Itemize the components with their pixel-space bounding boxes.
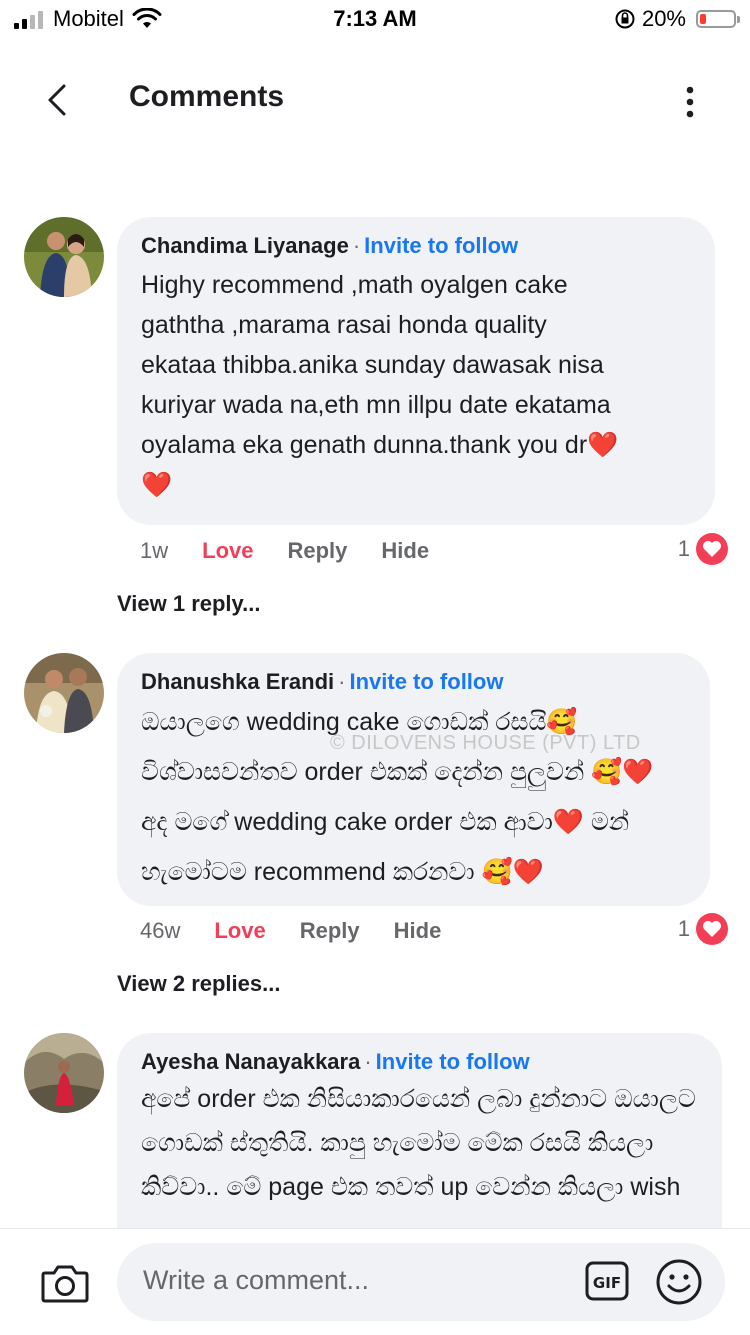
invite-to-follow-link[interactable]: Invite to follow — [349, 669, 503, 694]
hide-button[interactable]: Hide — [394, 918, 442, 944]
comment-input[interactable]: Write a comment... GIF — [117, 1243, 725, 1321]
more-icon[interactable] — [675, 82, 705, 122]
hide-button[interactable]: Hide — [381, 538, 429, 564]
reaction-count[interactable]: 1 — [678, 913, 728, 945]
reaction-number: 1 — [677, 916, 690, 941]
view-replies-link[interactable]: View 1 reply... — [117, 591, 260, 617]
svg-text:GIF: GIF — [593, 1274, 621, 1292]
love-button[interactable]: Love — [214, 918, 265, 944]
commenter-name[interactable]: Ayesha Nanayakkara — [141, 1049, 360, 1074]
battery-icon — [696, 10, 740, 28]
avatar[interactable] — [24, 653, 104, 733]
battery-percent: 20% — [641, 6, 686, 31]
header: Comments — [0, 60, 750, 140]
heart-icon — [696, 533, 728, 565]
avatar[interactable] — [24, 217, 104, 297]
gif-icon[interactable]: GIF — [585, 1261, 629, 1301]
comment-text: අපේ order එක නිසියාකාරයෙන් ලබා දුන්නාට ඔ… — [141, 1085, 696, 1201]
comment-time: 1w — [140, 538, 169, 563]
commenter-name[interactable]: Chandima Liyanage — [141, 233, 349, 258]
back-icon[interactable] — [40, 80, 76, 120]
reaction-count[interactable]: 1 — [678, 533, 728, 565]
watermark: © DILOVENS HOUSE (PVT) LTD — [330, 732, 641, 754]
comment-composer: Write a comment... GIF — [0, 1228, 750, 1335]
comment-text: Highy recommend ,math oyalgen cake gatht… — [141, 271, 619, 499]
emoji-icon[interactable] — [655, 1258, 703, 1306]
view-replies-link[interactable]: View 2 replies... — [117, 971, 280, 997]
heart-icon — [696, 913, 728, 945]
comment-bubble: Chandima Liyanage · Invite to follow Highy… — [117, 217, 715, 525]
comment-actions: 46w Love Reply Hide — [140, 918, 441, 944]
invite-to-follow-link[interactable]: Invite to follow — [376, 1049, 530, 1074]
camera-icon[interactable] — [40, 1261, 90, 1305]
rotation-lock-icon — [615, 9, 635, 29]
comment-placeholder: Write a comment... — [143, 1265, 370, 1295]
page-title: Comments — [129, 80, 285, 113]
reply-button[interactable]: Reply — [287, 538, 347, 564]
status-bar: Mobitel 7:13 AM 20% — [0, 0, 750, 40]
commenter-name[interactable]: Dhanushka Erandi — [141, 669, 334, 694]
comment-text: ඔයාලගෙ wedding cake ගොඩක් රසයි🥰 විශ්වාසව… — [141, 708, 654, 886]
avatar[interactable] — [24, 1033, 104, 1113]
comment-actions: 1w Love Reply Hide — [140, 538, 429, 564]
comment-time: 46w — [140, 918, 181, 943]
reply-button[interactable]: Reply — [300, 918, 360, 944]
invite-to-follow-link[interactable]: Invite to follow — [364, 233, 518, 258]
comment-bubble: Dhanushka Erandi · Invite to follow ඔයාලගෙ… — [117, 653, 710, 906]
love-button[interactable]: Love — [202, 538, 253, 564]
reaction-number: 1 — [677, 536, 690, 561]
